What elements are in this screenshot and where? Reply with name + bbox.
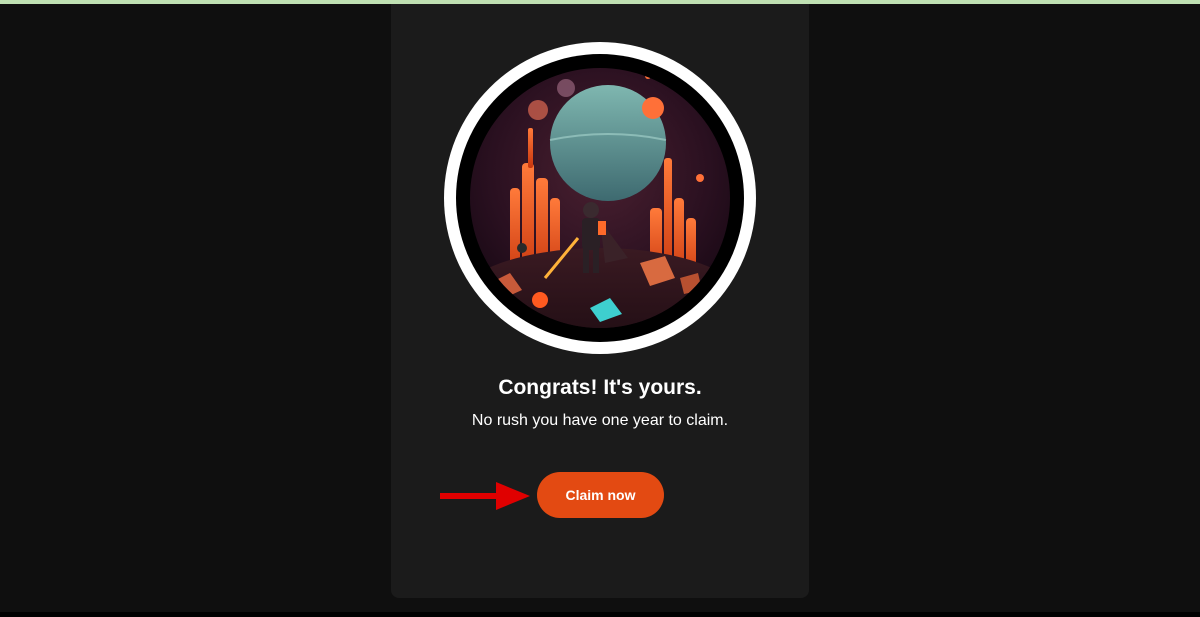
claim-subtitle: No rush you have one year to claim. xyxy=(471,412,729,429)
nft-image xyxy=(470,68,730,328)
nft-image-ring xyxy=(456,54,744,342)
arrow-right-icon xyxy=(440,480,532,517)
bottom-strip xyxy=(0,612,1200,617)
nft-image-frame xyxy=(444,42,756,354)
congrats-title: Congrats! It's yours. xyxy=(498,376,702,399)
claim-now-button[interactable]: Claim now xyxy=(537,472,664,518)
